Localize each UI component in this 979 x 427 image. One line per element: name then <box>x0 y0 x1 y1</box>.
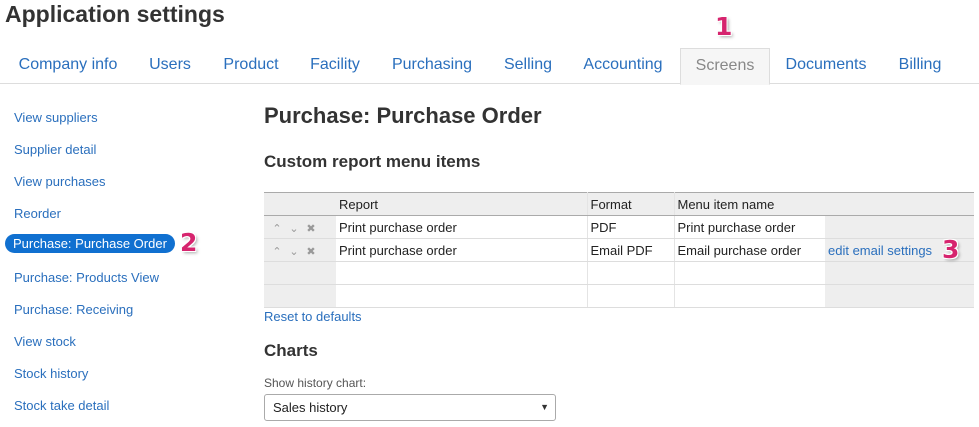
format-cell: Email PDF <box>587 238 675 262</box>
format-cell: PDF <box>587 215 675 239</box>
tab-product[interactable]: Product <box>212 48 290 84</box>
edit-email-settings-link[interactable]: edit email settings <box>828 243 932 258</box>
chevron-up-icon[interactable]: ⌃ <box>270 245 284 258</box>
menu-item-name-cell: Print purchase order <box>674 215 825 239</box>
menu-item-name-column-header: Menu item name <box>674 192 825 216</box>
empty-table-row <box>264 261 974 285</box>
sidebar-item-stock-take-detail[interactable]: Stock take detail <box>14 398 109 413</box>
table-row: ⌃ ⌄ ✖ Print purchase order Email PDF Email… <box>264 238 974 262</box>
caret-down-icon: ▼ <box>540 402 549 412</box>
history-chart-label: Show history chart: <box>264 376 367 390</box>
chevron-down-icon[interactable]: ⌄ <box>287 245 301 258</box>
tab-purchasing[interactable]: Purchasing <box>380 48 484 84</box>
sidebar-item-stock-history[interactable]: Stock history <box>14 366 88 381</box>
tab-documents[interactable]: Documents <box>776 48 876 84</box>
row-controls <box>264 284 336 308</box>
row-controls: ⌃ ⌄ ✖ <box>264 215 336 239</box>
chevron-up-icon[interactable]: ⌃ <box>270 222 284 235</box>
tab-screens[interactable]: Screens <box>680 48 770 85</box>
report-cell: Print purchase order <box>336 215 588 239</box>
sidebar-item-view-purchases[interactable]: View purchases <box>14 174 106 189</box>
empty-report-cell[interactable] <box>336 284 588 308</box>
table-header-row: Report Format Menu item name <box>264 192 974 216</box>
chevron-down-icon[interactable]: ⌄ <box>287 222 301 235</box>
table-row: ⌃ ⌄ ✖ Print purchase order PDF Print purch… <box>264 215 974 239</box>
sidebar-item-products-view[interactable]: Purchase: Products View <box>14 270 159 285</box>
sidebar-item-purchase-order[interactable]: Purchase: Purchase Order <box>5 234 175 253</box>
empty-table-row <box>264 284 974 308</box>
annotation-marker-1: 1 <box>715 12 733 41</box>
empty-action-cell <box>825 261 974 285</box>
report-cell: Print purchase order <box>336 238 588 262</box>
controls-header <box>264 192 336 216</box>
settings-tabs: Company info Users Product Facility Purc… <box>0 48 979 85</box>
page-title: Application settings <box>5 1 225 27</box>
format-column-header: Format <box>587 192 675 216</box>
report-column-header: Report <box>336 192 588 216</box>
custom-report-heading: Custom report menu items <box>264 152 481 171</box>
empty-report-cell[interactable] <box>336 261 588 285</box>
annotation-marker-3: 3 <box>942 235 960 264</box>
close-icon[interactable]: ✖ <box>304 245 318 258</box>
tab-billing[interactable]: Billing <box>886 48 954 84</box>
tab-company-info[interactable]: Company info <box>8 48 128 84</box>
sidebar-item-receiving[interactable]: Purchase: Receiving <box>14 302 133 317</box>
history-chart-select[interactable]: Sales history ▼ <box>264 394 556 421</box>
close-icon[interactable]: ✖ <box>304 222 318 235</box>
history-chart-value: Sales history <box>273 400 348 415</box>
tab-accounting[interactable]: Accounting <box>572 48 674 84</box>
empty-menu-item-name-cell[interactable] <box>674 284 825 308</box>
annotation-marker-2: 2 <box>180 228 198 257</box>
menu-item-name-cell: Email purchase order <box>674 238 825 262</box>
sidebar-item-reorder[interactable]: Reorder <box>14 206 61 221</box>
sidebar-item-view-stock[interactable]: View stock <box>14 334 76 349</box>
empty-format-cell[interactable] <box>587 261 675 285</box>
empty-action-cell <box>825 284 974 308</box>
empty-format-cell[interactable] <box>587 284 675 308</box>
tab-selling[interactable]: Selling <box>494 48 562 84</box>
custom-report-table: Report Format Menu item name ⌃ ⌄ ✖ Print p… <box>264 192 974 308</box>
charts-heading: Charts <box>264 341 318 360</box>
sidebar-item-supplier-detail[interactable]: Supplier detail <box>14 142 96 157</box>
screen-title: Purchase: Purchase Order <box>264 103 542 128</box>
empty-menu-item-name-cell[interactable] <box>674 261 825 285</box>
row-controls <box>264 261 336 285</box>
tab-facility[interactable]: Facility <box>300 48 370 84</box>
tab-users[interactable]: Users <box>138 48 202 84</box>
action-column-header <box>825 192 974 216</box>
sidebar-item-view-suppliers[interactable]: View suppliers <box>14 110 98 125</box>
reset-to-defaults-link[interactable]: Reset to defaults <box>264 309 362 324</box>
row-controls: ⌃ ⌄ ✖ <box>264 238 336 262</box>
